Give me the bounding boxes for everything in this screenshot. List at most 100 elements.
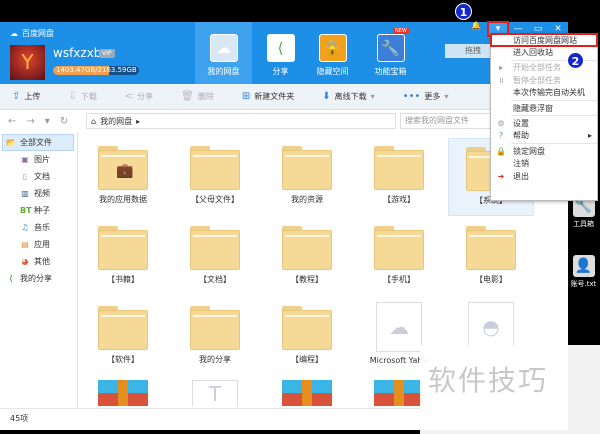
cloud-logo-icon: ☁ [10,29,18,38]
new-folder-icon: ⊞ [241,91,251,102]
header: ☁ 百度网盘 Y wsfxzxb VIP 1403.47GB/2163.59GB … [0,21,568,84]
doc-icon: ▯ [22,172,28,181]
bt-icon: BT [20,206,32,215]
text-file-icon: T [192,380,238,406]
file-item[interactable]: 我的分享 [172,298,258,376]
address-bar: ← → ▾ ↻ ⌂ 我的网盘 ▸ 搜索我的网盘文件 [0,110,568,132]
toolbar: ⇪ 上传 ⇩ 下载 < 分享 🗑 删除 ⊞ 新建文件夹 ⬇ 离线下载 ▾ ••• 更多 ▾ [0,84,568,110]
share-icon: ⟨ [9,274,13,283]
file-name: 【教程】 [291,275,323,284]
forward-icon[interactable]: → [26,116,34,127]
folder-icon: 📂 [6,138,16,147]
folder-icon [374,146,424,190]
lock-icon: 🔒 [318,34,347,62]
chevron-right-icon: ▸ [587,131,592,141]
upload-button[interactable]: ⇪ 上传 [12,91,40,102]
app-logo: ☁ 百度网盘 [10,29,54,38]
app-icon: ▤ [21,240,29,249]
avatar[interactable]: Y [10,45,45,80]
file-name: 【游戏】 [383,195,415,204]
chevron-right-icon: ▸ [136,116,141,126]
sidebar-item[interactable]: ▥ 视频 [0,185,77,202]
file-item[interactable] [264,378,350,408]
folder-icon [98,306,148,350]
sidebar-item[interactable]: 📂 全部文件 [2,134,74,151]
tab-my-netdisk[interactable]: ☁ 我的网盘 [195,22,252,84]
more-icon: ••• [402,91,421,102]
offline-download-button[interactable]: ⬇ 离线下载 ▾ [322,91,374,102]
tab-share[interactable]: ⟨ 分享 [252,22,309,84]
menu-item-icon: 🔒 [496,146,506,156]
refresh-icon[interactable]: ↻ [60,116,68,127]
menu-item[interactable]: ⚙ 设置 [491,117,597,129]
drag-upload-button[interactable]: 拖拽 [445,44,490,58]
sidebar-item[interactable]: ◕ 其他 [0,253,77,270]
menu-item[interactable]: ? 帮助 ▸ [491,130,597,142]
share-button[interactable]: < 分享 [125,91,153,102]
menu-item-icon: ? [498,131,504,141]
file-item[interactable]: 【教程】 [264,218,350,296]
file-item[interactable]: 【文档】 [172,218,258,296]
file-item[interactable]: 【父母文件】 [172,138,258,216]
download-icon: ⇩ [68,91,77,102]
sidebar-item[interactable]: ▣ 图片 [0,151,77,168]
menu-separator [511,143,597,145]
file-item[interactable]: 【书籍】 [80,218,166,296]
sidebar-item[interactable]: ♫ 音乐 [0,219,77,236]
video-icon: ▥ [21,189,29,198]
file-name: 【软件】 [107,355,139,364]
music-icon: ♫ [21,223,29,232]
archive-icon [374,380,424,406]
sidebar-item[interactable]: ▯ 文档 [0,168,77,185]
file-name: 【电影】 [475,275,507,284]
file-name: 我的资源 [291,195,323,204]
new-folder-button[interactable]: ⊞ 新建文件夹 [242,91,294,102]
file-item[interactable] [80,378,166,408]
tab-toolbox[interactable]: 🔧 功能宝箱 [362,22,419,84]
file-name: 【书籍】 [107,275,139,284]
file-item[interactable]: 【电影】 [448,218,534,296]
menu-item-icon: ⚙ [497,119,505,129]
file-item[interactable]: 我的资源 [264,138,350,216]
file-item[interactable]: T [172,378,258,408]
sidebar-item[interactable]: ▤ 应用 [0,236,77,253]
bell-icon[interactable]: 🔔 [471,21,481,30]
more-button[interactable]: ••• 更多 ▾ [403,91,449,102]
file-item[interactable]: 【编程】 [264,298,350,376]
tab-hidden-space[interactable]: 🔒 隐藏空间 [304,22,361,84]
breadcrumb[interactable]: ⌂ 我的网盘 ▸ [86,113,396,129]
vip-badge[interactable]: VIP [99,49,115,58]
menu-item[interactable]: ॥ 暂停全部任务 [491,74,597,86]
chevron-down-icon: ▾ [370,92,375,101]
cloud-file-icon: ☁ [376,302,422,352]
file-item[interactable]: 【游戏】 [356,138,442,216]
sidebar-item[interactable]: BT 种子 [0,202,77,219]
back-icon[interactable]: ← [8,116,16,127]
upload-icon: ⇪ [12,91,21,102]
menu-item[interactable]: 🔒 锁定网盘 [491,145,597,157]
download-button[interactable]: ⇩ 下载 [68,91,96,102]
menu-item[interactable]: 隐藏悬浮窗 [491,102,597,114]
storage-quota-bar: 1403.47GB/2163.59GB [53,66,139,75]
desktop-icon-account-txt[interactable]: 👤 账号.txt [567,255,600,289]
file-item[interactable]: 【手机】 [356,218,442,296]
share-icon: < [124,91,134,102]
menu-item[interactable]: 访问百度网盘网站 [490,32,598,48]
search-input[interactable]: 搜索我的网盘文件 [400,113,500,129]
chevron-down-icon: ▾ [444,92,449,101]
menu-separator [511,59,597,61]
file-item[interactable]: 💼 我的应用数据 [80,138,166,216]
menu-item[interactable]: 本次传输完自动关机 [491,87,597,99]
annotation-badge-2: 2 [567,52,584,69]
sidebar: 📂 全部文件 ▣ 图片 ▯ 文档 ▥ 视频 BT 种子 ♫ 音乐 ▤ 应用 ◕ 其他 ⟨ 我的分享 [0,132,78,408]
menu-item-icon: ➜ [497,171,505,181]
menu-item[interactable]: 注销 [491,158,597,170]
new-badge: NEW [393,28,409,34]
share-icon: ⟨ [266,34,295,62]
sidebar-item[interactable]: ⟨ 我的分享 [0,270,77,287]
file-item[interactable]: 【软件】 [80,298,166,376]
menu-item[interactable]: ➜ 退出 [491,170,597,182]
username[interactable]: wsfxzxb [53,46,101,60]
history-dropdown-icon[interactable]: ▾ [45,116,50,127]
delete-button[interactable]: 🗑 删除 [181,91,214,102]
